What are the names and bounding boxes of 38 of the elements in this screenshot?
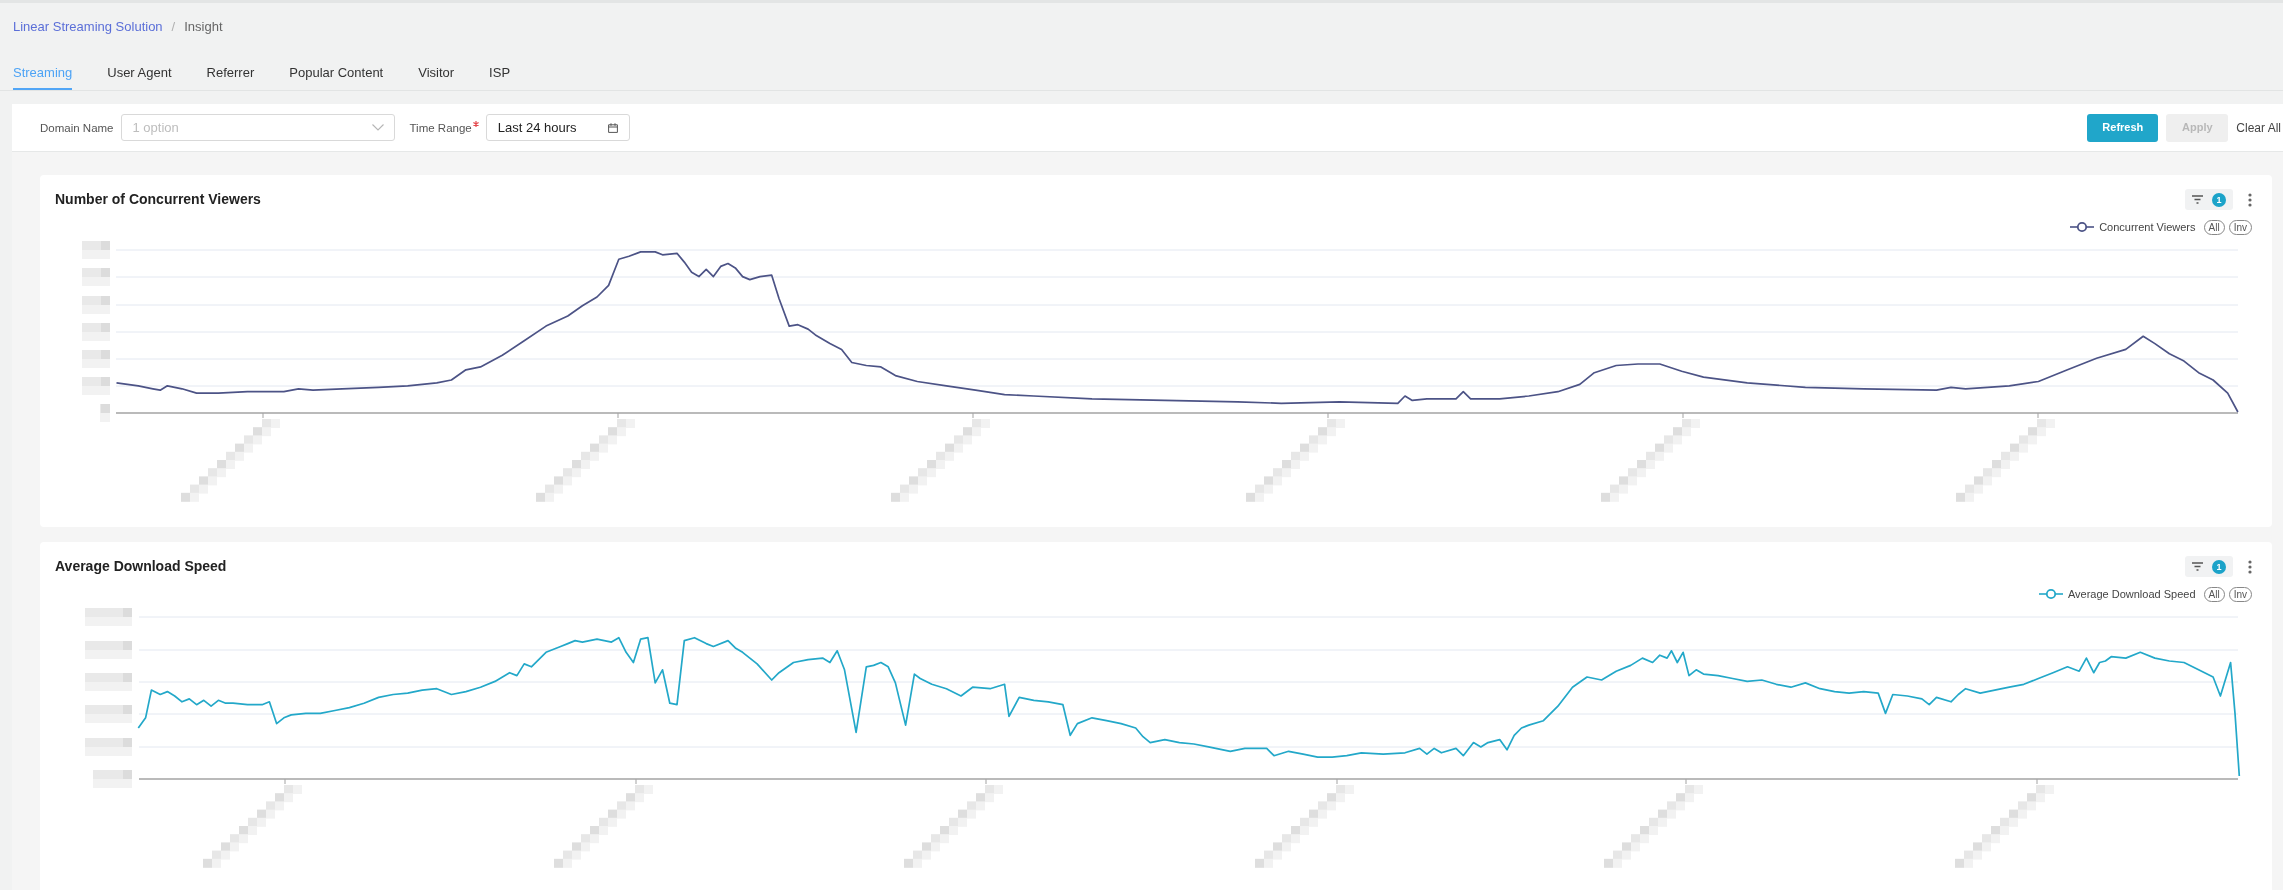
filter-icon	[2192, 562, 2203, 571]
breadcrumb-current: Insight	[184, 18, 223, 36]
breadcrumb-link[interactable]: Linear Streaming Solution	[13, 18, 163, 36]
pixelated-axis-label	[82, 241, 110, 259]
pixelated-axis-label	[82, 323, 110, 341]
tab[interactable]: User Agent	[107, 56, 172, 90]
pixelated-axis-label	[82, 268, 110, 286]
tab[interactable]: Referrer	[206, 56, 255, 90]
pixelated-axis-label	[82, 350, 110, 368]
pixelated-axis-label	[100, 404, 110, 422]
pixelated-axis-label	[85, 608, 132, 626]
chart-title: Number of Concurrent Viewers	[55, 190, 261, 209]
legend-label: Concurrent Viewers	[2099, 219, 2196, 235]
field-label: Domain Name	[40, 120, 114, 136]
clear-all-link[interactable]: Clear All	[2236, 113, 2281, 142]
breadcrumb-separator: /	[171, 18, 176, 36]
chart-title: Average Download Speed	[55, 557, 227, 576]
asterisk-icon	[472, 120, 479, 127]
filter-count-badge: 1	[2212, 192, 2226, 207]
tab[interactable]: Popular Content	[289, 56, 384, 90]
chevron-down-icon	[371, 124, 384, 131]
pixelated-axis-label	[85, 641, 132, 659]
pixelated-axis-label	[85, 705, 132, 723]
filter-icon	[2192, 195, 2203, 204]
pixelated-axis-label	[85, 738, 132, 756]
pixelated-axis-label	[82, 377, 110, 395]
pixelated-axis-label	[93, 770, 132, 788]
filter-count-badge: 1	[2212, 559, 2226, 574]
tab[interactable]: Visitor	[418, 56, 455, 90]
pixelated-axis-label	[82, 296, 110, 314]
calendar-icon	[607, 122, 618, 133]
tab[interactable]: ISP	[489, 56, 511, 90]
pixelated-axis-label	[85, 673, 132, 691]
field-label: Time Range	[409, 120, 472, 136]
legend-label: Average Download Speed	[2067, 586, 2196, 602]
time-range-field[interactable]: Last 24 hours	[485, 114, 630, 141]
more-options-icon[interactable]	[2248, 192, 2252, 207]
more-options-icon[interactable]	[2248, 559, 2252, 574]
